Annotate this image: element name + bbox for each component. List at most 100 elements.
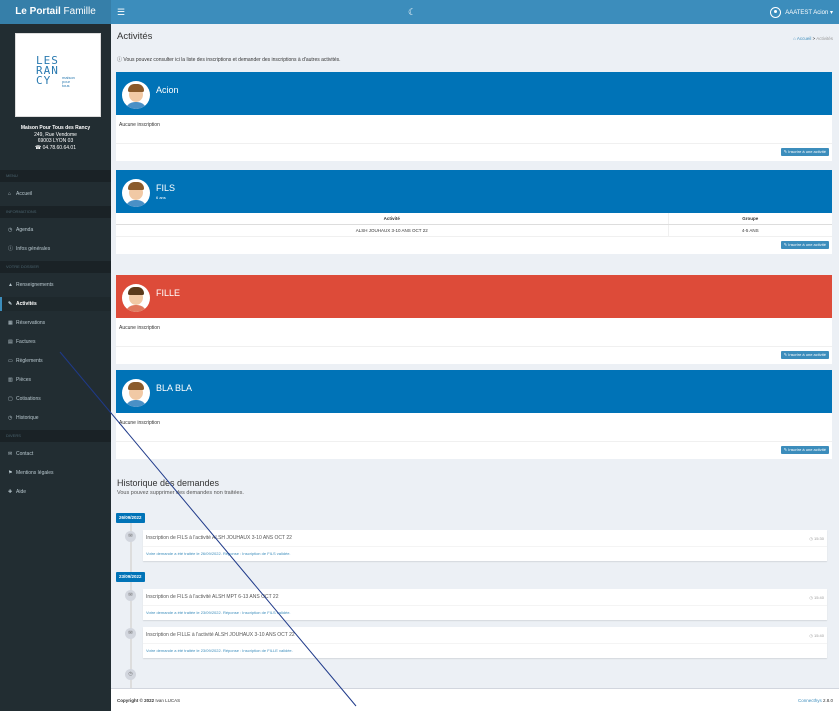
timeline-time: ◷ 15:40 <box>809 595 824 600</box>
home-icon: ⌂ <box>8 191 12 197</box>
column-header-groupe: Groupe <box>668 213 832 225</box>
help-icon: ✚ <box>8 489 13 495</box>
timeline-item: Inscription de FILS à l'activité ALSH MP… <box>143 589 827 620</box>
no-registration-text: Aucune inscription <box>116 318 832 347</box>
no-registration-text: Aucune inscription <box>116 413 832 442</box>
timeline-item-title: Inscription de FILLE à l'activité ALSH J… <box>143 627 827 644</box>
envelope-icon: ✉ <box>125 628 136 639</box>
org-info: Maison Pour Tous des Rancy 249, Rue Vend… <box>20 125 91 151</box>
envelope-icon: ✉ <box>125 531 136 542</box>
register-activity-button[interactable]: ✎ Inscrire à une activité <box>780 446 829 454</box>
envelope-icon: ✉ <box>125 590 136 601</box>
sidebar-item-mentions[interactable]: ⚑ Mentions légales <box>0 466 111 480</box>
sidebar-item-pieces[interactable]: ▥ Pièces <box>0 373 111 387</box>
timeline-item-title: Inscription de FILS à l'activité ALSH JO… <box>143 530 827 547</box>
product-link[interactable]: Connecthys <box>798 698 822 703</box>
sidebar-item-accueil[interactable]: ⌂ Accueil <box>0 187 111 201</box>
activity-icon: ✎ <box>8 301 13 307</box>
files-icon: ▥ <box>8 377 13 383</box>
register-activity-button[interactable]: ✎ Inscrire à une activité <box>780 240 829 249</box>
main-content: Activités ⌂ Accueil > Activités ⓘ Vous p… <box>111 24 839 711</box>
timeline-time: ◷ 15:40 <box>809 633 824 638</box>
member-header: FILLE <box>116 275 832 318</box>
timeline-date: 26/09/2022 <box>116 513 145 523</box>
history-icon: ◷ <box>8 415 13 421</box>
sidebar-item-factures[interactable]: ▤ Factures <box>0 335 111 349</box>
child-avatar-icon <box>122 179 150 207</box>
cell-activity: ALSH JOUHAUX 3-10 ANS OCT 22 <box>116 224 669 237</box>
user-avatar-icon <box>770 6 782 18</box>
sidebar-item-reservations[interactable]: ▦ Réservations <box>0 316 111 330</box>
registrations-table: Activité Groupe ALSH JOUHAUX 3-10 ANS OCT… <box>116 213 832 237</box>
column-header-activite: Activité <box>116 213 669 225</box>
history-subtitle: Vous pouvez supprimer des demandes non t… <box>117 490 244 496</box>
section-dossier: VOTRE DOSSIER <box>0 261 111 273</box>
sidebar-item-cotisations[interactable]: ▢ Cotisations <box>0 392 111 406</box>
cell-group: 4-5 ANS <box>668 224 832 237</box>
intro-text: ⓘ Vous pouvez consulter ici la liste des… <box>117 57 341 63</box>
org-logo: LES RAN CY maison pour tous <box>36 54 75 88</box>
child-avatar-icon <box>122 284 150 312</box>
register-activity-button[interactable]: ✎ Inscrire à une activité <box>780 351 829 359</box>
timeline-item-body: Votre demande a été traitée le 23/09/202… <box>146 610 291 615</box>
member-box-acion: Acion Aucune inscription ✎ Inscrire à un… <box>116 72 832 161</box>
timeline-item-title: Inscription de FILS à l'activité ALSH MP… <box>143 589 827 606</box>
member-footer: ✎ Inscrire à une activité <box>116 144 832 161</box>
member-footer: ✎ Inscrire à une activité <box>116 442 832 459</box>
member-name: BLA BLA <box>156 383 193 393</box>
member-footer: ✎ Inscrire à une activité <box>116 347 832 364</box>
breadcrumb-home[interactable]: ⌂ Accueil <box>793 36 811 41</box>
member-header: FILS 6 ans <box>116 170 832 213</box>
page-footer: Copyright © 2022 Ivan LUCAS Connecthys 2.… <box>111 688 839 711</box>
member-age: 6 ans <box>156 195 166 200</box>
user-icon: ▲ <box>8 282 13 288</box>
page-title: Activités <box>117 31 153 42</box>
money-icon: ▭ <box>8 358 13 364</box>
history-title: Historique des demandes <box>117 478 220 488</box>
sidebar-item-activites[interactable]: ✎ Activités <box>0 297 111 311</box>
info-circle-icon: ⚑ <box>8 470 13 476</box>
sidebar-item-agenda[interactable]: ◷ Agenda <box>0 223 111 237</box>
timeline-item-body: Votre demande a été traitée le 23/09/202… <box>146 648 293 653</box>
timeline-end-clock-icon: ◷ <box>125 669 136 680</box>
member-name: Acion <box>156 85 179 95</box>
breadcrumb: ⌂ Accueil > Activités <box>793 36 833 41</box>
register-activity-button[interactable]: ✎ Inscrire à une activité <box>780 148 829 156</box>
sidebar-item-contact[interactable]: ✉ Contact <box>0 447 111 461</box>
timeline-item: Inscription de FILLE à l'activité ALSH J… <box>143 627 827 658</box>
menu-toggle-icon[interactable]: ☰ <box>117 0 125 24</box>
envelope-icon: ✉ <box>8 451 13 457</box>
child-avatar-icon <box>122 379 150 407</box>
section-divers: DIVERS <box>0 430 111 442</box>
timeline-date: 23/09/2022 <box>116 572 145 582</box>
file-icon: ▤ <box>8 339 13 345</box>
member-box-fils: FILS 6 ans Activité Groupe ALSH JOUHAUX 3… <box>116 170 832 254</box>
top-header: Le Portail Famille ☰ ☾ AAATEST Acion ▾ <box>0 0 839 24</box>
table-row: ALSH JOUHAUX 3-10 ANS OCT 22 4-5 ANS <box>116 224 832 237</box>
member-name: FILS <box>156 183 176 193</box>
sidebar-item-infos[interactable]: ⓘ Infos générales <box>0 242 111 256</box>
app-logo[interactable]: Le Portail Famille <box>0 0 111 24</box>
user-menu[interactable]: AAATEST Acion ▾ <box>770 0 833 24</box>
theme-toggle-icon[interactable]: ☾ <box>408 0 416 24</box>
member-box-fille: FILLE Aucune inscription ✎ Inscrire à un… <box>116 275 832 364</box>
child-avatar-icon <box>122 81 150 109</box>
timeline-time: ◷ 15:30 <box>809 536 824 541</box>
clock-icon: ◷ <box>8 227 13 233</box>
member-name: FILLE <box>156 288 181 298</box>
info-icon: ⓘ <box>8 246 14 252</box>
timeline-item: Inscription de FILS à l'activité ALSH JO… <box>143 530 827 561</box>
section-informations: INFORMATIONS <box>0 206 111 218</box>
member-header: Acion <box>116 72 832 115</box>
sidebar-item-reglements[interactable]: ▭ Règlements <box>0 354 111 368</box>
section-menu: MENU <box>0 170 111 182</box>
table-header-row: Activité Groupe <box>116 213 832 225</box>
sidebar: LES RAN CY maison pour tous Maison Pour … <box>0 24 111 711</box>
sidebar-item-renseignements[interactable]: ▲ Renseignements <box>0 278 111 292</box>
sidebar-item-historique[interactable]: ◷ Historique <box>0 411 111 425</box>
sidebar-item-aide[interactable]: ✚ Aide <box>0 485 111 499</box>
folder-icon: ▢ <box>8 396 13 402</box>
org-logo-card: LES RAN CY maison pour tous <box>15 33 101 117</box>
member-box-blabla: BLA BLA Aucune inscription ✎ Inscrire à … <box>116 370 832 459</box>
no-registration-text: Aucune inscription <box>116 115 832 144</box>
